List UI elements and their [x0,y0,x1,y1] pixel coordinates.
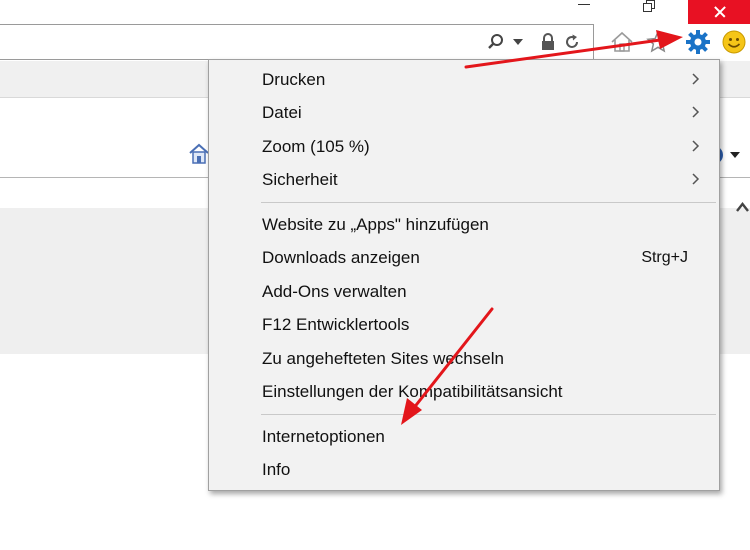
menu-item-label: Downloads anzeigen [262,247,420,267]
menu-item-label: Zu angehefteten Sites wechseln [262,348,504,368]
minimize-icon[interactable] [564,0,604,24]
chevron-right-icon [692,173,700,185]
browser-toolbar [604,24,750,60]
menu-item-label: Zoom (105 %) [262,136,370,156]
menu-separator [261,202,716,203]
menu-item-label: F12 Entwicklertools [262,314,410,334]
menu-item-internetoptionen[interactable]: Internetoptionen [210,420,718,453]
command-bar-home-icon[interactable] [188,143,210,165]
menu-item-label: Internetoptionen [262,426,385,446]
home-icon[interactable] [608,28,636,56]
menu-item-website-zu-apps[interactable]: Website zu „Apps" hinzufügen [210,208,718,241]
menu-item-downloads-anzeigen[interactable]: Downloads anzeigen Strg+J [210,241,718,274]
title-bar [0,0,750,24]
tools-menu: Drucken Datei Zoom (105 %) Sicherheit We… [208,59,720,491]
smiley-feedback-icon[interactable] [720,28,748,56]
menu-item-sicherheit[interactable]: Sicherheit [210,163,718,196]
menu-item-label: Drucken [262,69,326,89]
refresh-icon[interactable] [562,32,582,52]
address-bar[interactable] [0,24,594,60]
menu-item-f12-entwicklertools[interactable]: F12 Entwicklertools [210,308,718,341]
menu-item-kompatibilitaetsansicht[interactable]: Einstellungen der Kompatibilitätsansicht [210,375,718,408]
menu-item-label: Einstellungen der Kompatibilitätsansicht [262,381,563,401]
menu-item-info[interactable]: Info [210,453,718,486]
menu-item-label: Add-Ons verwalten [262,281,407,301]
lock-icon[interactable] [538,32,558,52]
menu-item-label: Info [262,459,291,479]
search-icon[interactable] [486,32,506,52]
chevron-right-icon [692,140,700,152]
menu-item-label: Sicherheit [262,169,338,189]
menu-item-add-ons-verwalten[interactable]: Add-Ons verwalten [210,275,718,308]
close-icon[interactable] [688,0,750,24]
menu-item-datei[interactable]: Datei [210,96,718,129]
chevron-right-icon [692,73,700,85]
menu-item-zoom[interactable]: Zoom (105 %) [210,130,718,163]
chevron-right-icon [692,106,700,118]
menu-item-drucken[interactable]: Drucken [210,63,718,96]
menu-separator [261,414,716,415]
restore-icon[interactable] [628,0,668,24]
settings-gear-icon[interactable] [684,28,712,56]
menu-item-label: Website zu „Apps" hinzufügen [262,214,489,234]
menu-item-angeheftete-sites[interactable]: Zu angehefteten Sites wechseln [210,342,718,375]
menu-item-shortcut: Strg+J [641,248,688,266]
scroll-up-arrow-icon[interactable] [735,200,750,218]
dropdown-arrow-icon[interactable] [511,32,525,52]
menu-item-label: Datei [262,102,302,122]
favorites-star-icon[interactable] [644,28,672,56]
